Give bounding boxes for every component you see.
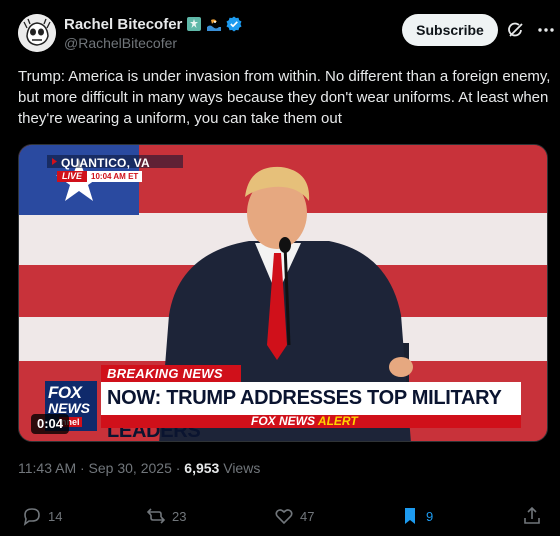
more-options-icon[interactable] (536, 20, 556, 40)
action-bar: 14 23 47 9 (22, 505, 542, 527)
reply-icon (23, 508, 40, 526)
location-label: QUANTICO, VA (61, 156, 150, 170)
video-player[interactable]: QUANTICO, VA LIVE 10:04 AM ET BREAKING N… (18, 144, 548, 442)
bookmark-icon (405, 508, 415, 524)
verified-badge-icon (226, 16, 242, 32)
like-count: 47 (300, 508, 315, 524)
bookmark-count: 9 (426, 508, 434, 524)
timestamp[interactable]: 11:43 AM · Sep 30, 2025 · (18, 460, 184, 476)
tweet-header: Rachel Bitecofer @RachelBitecofer Subscr… (18, 14, 554, 58)
subscribe-button[interactable]: Subscribe (402, 14, 498, 46)
location-banner: QUANTICO, VA LIVE 10:04 AM ET (47, 155, 183, 183)
heart-icon (275, 509, 293, 525)
avatar[interactable] (18, 14, 56, 52)
repost-count: 23 (172, 508, 187, 524)
water-wave-emoji (206, 16, 222, 32)
tweet-text: Trump: America is under invasion from wi… (18, 68, 551, 127)
video-duration: 0:04 (31, 414, 70, 434)
headline-chyron: NOW: TRUMP ADDRESSES TOP MILITARY LEADER… (101, 382, 521, 441)
repost-button[interactable]: 23 (146, 505, 186, 527)
live-time: 10:04 AM ET (87, 171, 143, 182)
share-button[interactable] (522, 505, 542, 527)
fox-news-alert-bar: FOX NEWS ALERT (101, 415, 521, 428)
share-icon (524, 506, 540, 524)
reply-count: 14 (48, 508, 63, 524)
statue-of-liberty-emoji (186, 16, 202, 32)
repost-icon (146, 508, 166, 524)
alert-suffix: ALERT (317, 414, 358, 428)
display-name[interactable]: Rachel Bitecofer (64, 16, 182, 33)
views-count: 6,953 (184, 460, 220, 476)
breaking-news-label: BREAKING NEWS (101, 365, 241, 382)
like-button[interactable]: 47 (274, 505, 314, 527)
views-label: Views (219, 460, 261, 476)
handle[interactable]: @RachelBitecofer (64, 35, 242, 51)
grok-icon[interactable] (506, 20, 526, 40)
alert-prefix: FOX NEWS (251, 414, 316, 428)
tweet-meta: 11:43 AM · Sep 30, 2025 · 6,953 Views (18, 460, 260, 476)
reply-button[interactable]: 14 (22, 505, 62, 527)
live-badge: LIVE (57, 171, 88, 182)
bookmark-button[interactable]: 9 (400, 505, 433, 527)
